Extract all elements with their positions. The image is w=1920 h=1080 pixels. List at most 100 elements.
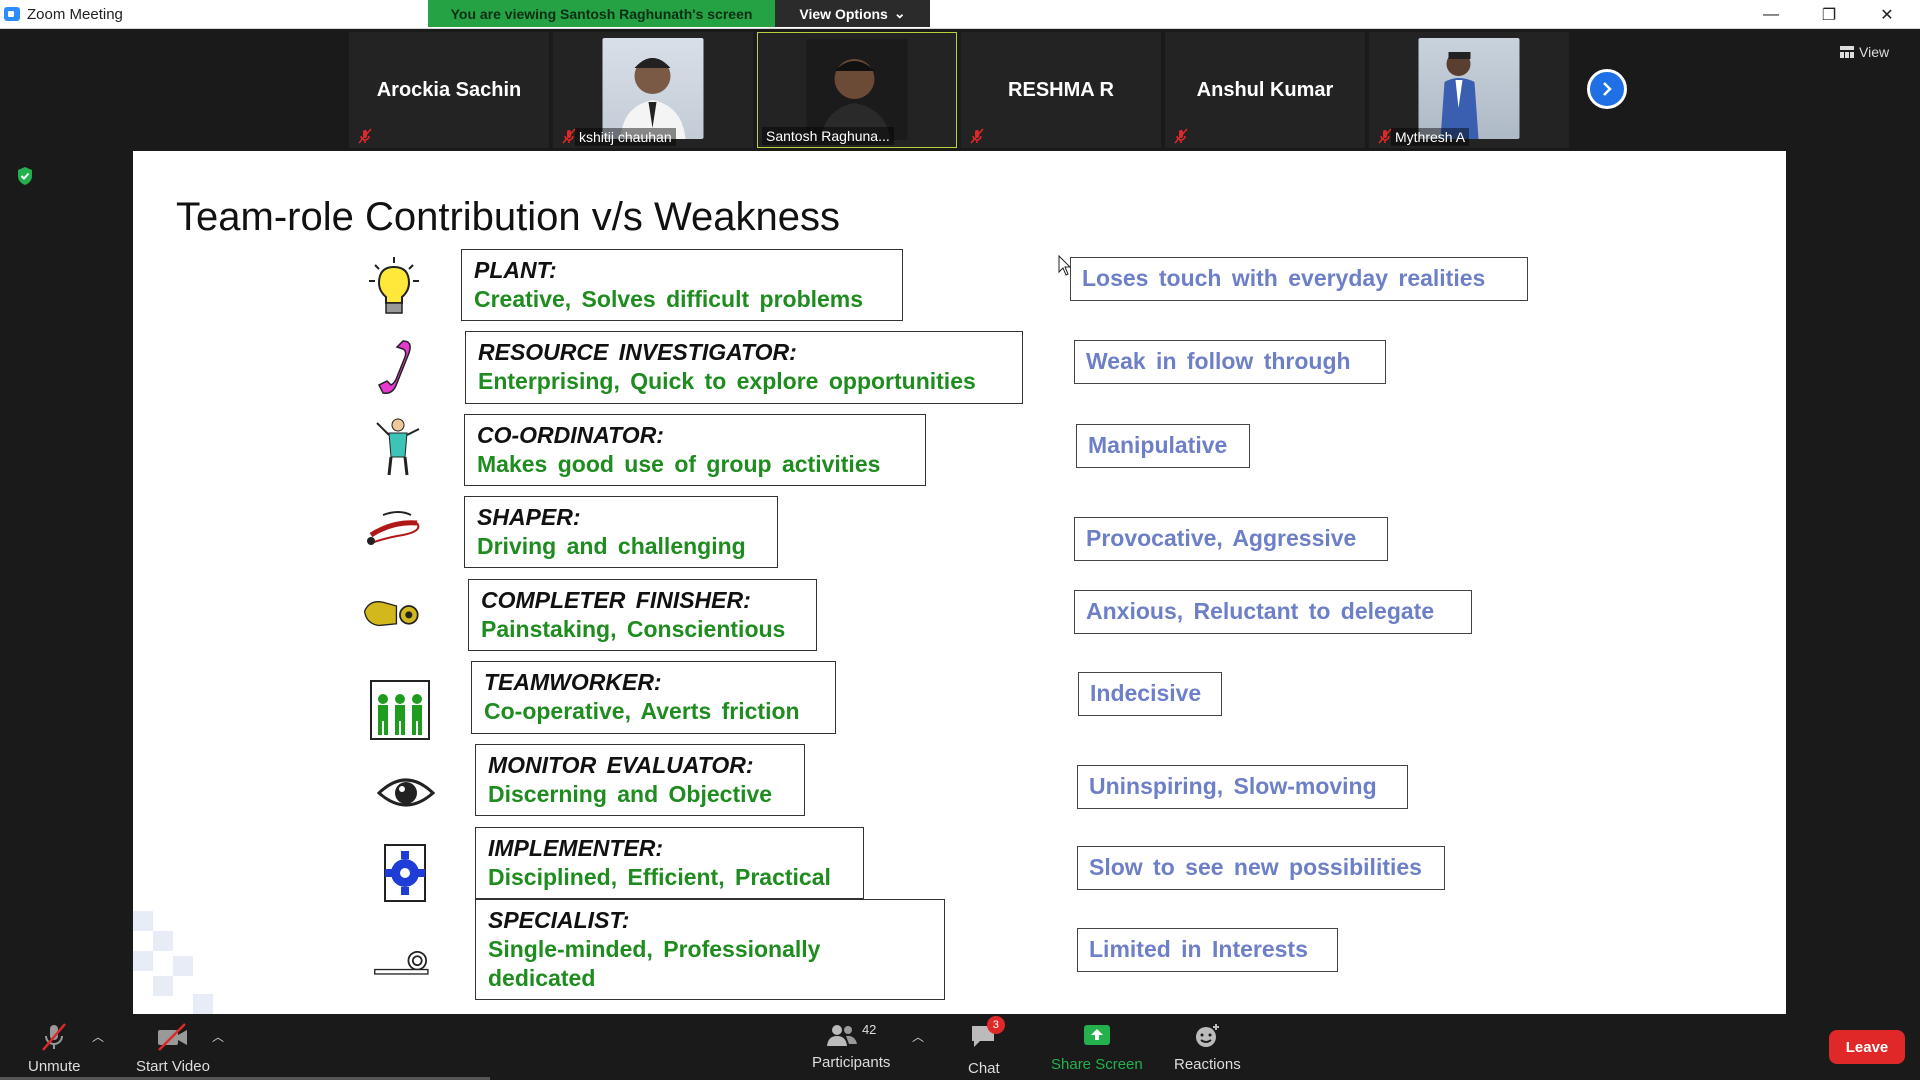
participant-name: RESHMA R — [1008, 79, 1114, 101]
role-box-plant: PLANT: Creative, Solves difficult proble… — [461, 249, 903, 321]
title-bar: Zoom Meeting You are viewing Santosh Rag… — [0, 0, 1920, 29]
role-description: Disciplined, Efficient, Practical — [488, 864, 831, 890]
participant-name: Santosh Raghuna... — [762, 127, 894, 145]
participants-count: 42 — [861, 1022, 877, 1037]
participant-tile[interactable]: Arockia Sachin — [349, 32, 549, 148]
video-off-icon — [157, 1023, 187, 1051]
hand-key-icon — [363, 601, 419, 627]
participants-label: Participants — [812, 1054, 891, 1071]
share-screen-icon — [1083, 1025, 1110, 1045]
role-box-resource-investigator: RESOURCE INVESTIGATOR: Enterprising, Qui… — [465, 331, 1023, 404]
participant-photo — [602, 38, 704, 139]
gear-icon — [384, 844, 426, 902]
chat-button[interactable]: 3 Chat — [968, 1016, 1005, 1077]
participant-tile[interactable]: Anshul Kumar — [1165, 32, 1365, 148]
weakness-box: Limited in Interests — [1077, 928, 1338, 972]
lightbulb-icon — [369, 257, 419, 314]
chat-unread-badge: 3 — [986, 1016, 1005, 1034]
slide-title: Team-role Contribution v/s Weakness — [176, 195, 840, 239]
role-box-specialist: SPECIALIST: Single-minded, Professionall… — [475, 899, 945, 1000]
share-screen-label: Share Screen — [1051, 1056, 1143, 1073]
unmute-label: Unmute — [28, 1058, 81, 1075]
role-name: IMPLEMENTER: — [488, 835, 664, 861]
reactions-label: Reactions — [1174, 1056, 1241, 1073]
viewing-status: You are viewing Santosh Raghunath's scre… — [428, 0, 775, 27]
view-label: View — [1859, 44, 1890, 60]
participant-name: Anshul Kumar — [1196, 79, 1334, 101]
weakness-box: Provocative, Aggressive — [1074, 517, 1388, 561]
view-options-button[interactable]: View Options ⌄ — [775, 0, 930, 27]
role-description: Co-operative, Averts friction — [484, 698, 800, 724]
audio-options-caret-icon[interactable]: ︿ — [92, 1028, 104, 1045]
participants-icon — [826, 1025, 857, 1046]
slide-decoration — [153, 931, 173, 951]
participant-name: Arockia Sachin — [376, 79, 522, 101]
start-video-label: Start Video — [136, 1058, 210, 1075]
mic-muted-icon — [970, 128, 984, 144]
weakness-box: Uninspiring, Slow-moving — [1077, 765, 1408, 809]
window-title: Zoom Meeting — [27, 6, 123, 23]
eye-icon — [376, 778, 436, 807]
meeting-toolbar: Unmute ︿ Start Video ︿ 42 Participants ︿… — [0, 1014, 1920, 1080]
whip-icon — [367, 511, 420, 545]
slide-decoration — [193, 994, 213, 1014]
leave-button[interactable]: Leave — [1829, 1030, 1905, 1064]
role-name: TEAMWORKER: — [484, 669, 662, 695]
screen-share-banner: You are viewing Santosh Raghunath's scre… — [428, 0, 930, 27]
start-video-button[interactable]: Start Video — [136, 1022, 210, 1075]
tool-icon — [374, 950, 429, 975]
role-box-monitor-evaluator: MONITOR EVALUATOR: Discerning and Object… — [475, 744, 805, 816]
role-name: SHAPER: — [477, 504, 581, 530]
mic-muted-icon — [358, 128, 372, 144]
unmute-button[interactable]: Unmute — [28, 1022, 81, 1075]
next-page-button[interactable] — [1587, 69, 1627, 109]
role-box-teamworker: TEAMWORKER: Co-operative, Averts frictio… — [471, 661, 836, 734]
slide-decoration — [153, 976, 173, 996]
role-box-completer-finisher: COMPLETER FINISHER: Painstaking, Conscie… — [468, 579, 817, 651]
slide-decoration — [133, 951, 153, 971]
role-description: Single-minded, Professionally dedicated — [488, 936, 821, 991]
weakness-box: Slow to see new possibilities — [1077, 846, 1445, 890]
weakness-box: Indecisive — [1078, 672, 1222, 716]
participants-options-caret-icon[interactable]: ︿ — [912, 1028, 924, 1045]
chevron-right-icon — [1603, 82, 1612, 96]
participant-tile[interactable]: RESHMA R — [961, 32, 1161, 148]
reactions-button[interactable]: Reactions — [1174, 1022, 1241, 1073]
minimize-button[interactable]: — — [1742, 0, 1800, 29]
team-people-icon — [370, 680, 430, 740]
weakness-box: Weak in follow through — [1074, 340, 1386, 384]
participant-tile-active-speaker[interactable]: Santosh Raghuna... — [757, 32, 957, 148]
share-screen-button[interactable]: Share Screen — [1051, 1022, 1143, 1073]
microphone-muted-icon — [42, 1023, 67, 1051]
role-description: Discerning and Objective — [488, 781, 773, 807]
reaction-smiley-icon — [1196, 1024, 1220, 1047]
slide-decoration — [133, 911, 153, 931]
role-name: MONITOR EVALUATOR: — [488, 752, 754, 778]
role-box-coordinator: CO-ORDINATOR: Makes good use of group ac… — [464, 414, 926, 486]
slide-decoration — [173, 956, 193, 976]
participant-tile[interactable]: kshitij chauhan — [553, 32, 753, 148]
zoom-logo-icon — [4, 7, 20, 21]
participant-strip: Arockia Sachin kshitij chauhan Santosh R… — [0, 29, 1920, 151]
close-button[interactable]: ✕ — [1858, 0, 1916, 29]
role-name: RESOURCE INVESTIGATOR: — [478, 339, 797, 365]
restore-button[interactable]: ❐ — [1800, 0, 1858, 29]
role-box-shaper: SHAPER: Driving and challenging — [464, 496, 778, 568]
participant-tile[interactable]: Mythresh A — [1369, 32, 1569, 148]
encryption-shield-icon[interactable] — [16, 166, 34, 186]
mic-muted-icon — [1174, 128, 1188, 144]
role-description: Makes good use of group activities — [477, 451, 881, 477]
shared-screen-slide: Team-role Contribution v/s Weakness PLAN… — [133, 151, 1786, 1014]
view-layout-button[interactable]: View — [1840, 39, 1908, 65]
video-options-caret-icon[interactable]: ︿ — [212, 1028, 224, 1045]
mouse-cursor-icon — [1058, 255, 1072, 276]
role-name: CO-ORDINATOR: — [477, 422, 664, 448]
role-box-implementer: IMPLEMENTER: Disciplined, Efficient, Pra… — [475, 827, 864, 899]
participant-name: kshitij chauhan — [575, 128, 676, 146]
role-name: COMPLETER FINISHER: — [481, 587, 751, 613]
role-description: Driving and challenging — [477, 533, 746, 559]
weakness-box: Manipulative — [1076, 424, 1250, 468]
view-options-label: View Options — [799, 5, 888, 22]
participants-button[interactable]: 42 Participants — [812, 1022, 890, 1071]
role-description: Enterprising, Quick to explore opportuni… — [478, 368, 976, 394]
